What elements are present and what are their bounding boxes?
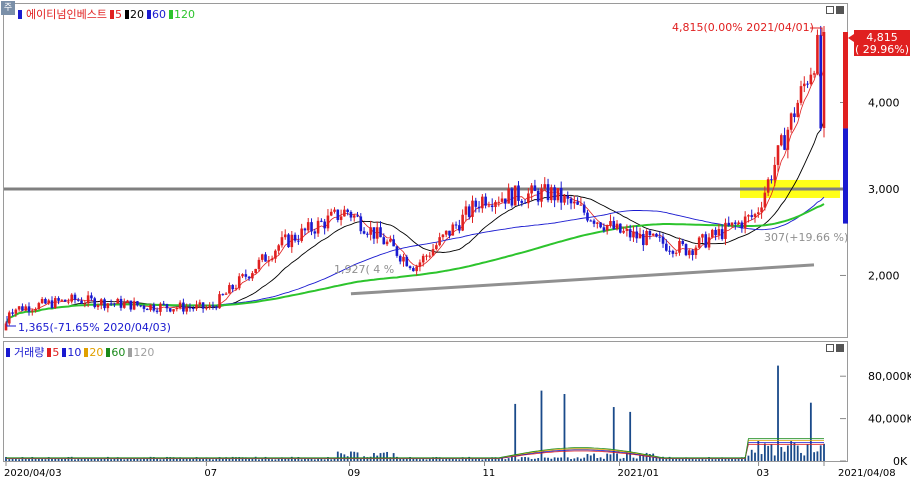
stock-name: 에이티넘인베스트	[26, 8, 107, 21]
price-axis-label: 2,000	[868, 269, 900, 282]
volume-legend-item: 5	[47, 346, 59, 359]
maximize-icon[interactable]	[836, 344, 844, 352]
volume-legend-item: 20	[84, 346, 103, 359]
x-axis-label: 07	[204, 468, 217, 479]
volume-legend-item: 60	[106, 346, 125, 359]
legend-swatch-icon	[124, 9, 129, 19]
legend-label: 60	[151, 7, 166, 21]
price-legend-item: 5	[109, 7, 122, 21]
current-price-change: ( 29.96%)	[855, 43, 909, 56]
x-axis-label: 09	[348, 468, 361, 479]
legend-label: 20	[129, 7, 144, 21]
legend-label: 10	[67, 345, 82, 359]
legend-swatch-icon	[84, 347, 89, 357]
volume-panel-window-buttons	[826, 344, 844, 352]
price-chart-panel: 주 에이티넘인베스트 5 20 60 120	[1, 1, 848, 338]
volume-axis-label: 0K	[893, 455, 908, 468]
legend-label: 20	[89, 345, 104, 359]
legend-swatch-icon	[47, 347, 52, 357]
x-axis-label: 2021/01	[618, 468, 660, 479]
legend-swatch-icon	[168, 9, 173, 19]
volume-chart-panel: 거래량 5 10 20 60 120	[3, 341, 848, 462]
price-legend-item: 120	[168, 7, 195, 21]
legend-swatch-icon	[128, 347, 133, 357]
legend-swatch-icon	[106, 347, 111, 357]
price-legend-item: 60	[146, 7, 166, 21]
x-axis-label: 03	[757, 468, 770, 479]
volume-legend-item: 120	[128, 346, 154, 359]
x-axis-label: 2020/04/03	[4, 468, 62, 479]
price-legend: 에이티넘인베스트 5 20 60 120	[18, 6, 195, 22]
legend-swatch-icon	[62, 347, 67, 357]
legend-label: 5	[114, 7, 122, 21]
legend-label: 120	[173, 7, 195, 21]
volume-axis-label: 40,000K	[868, 413, 911, 426]
volume-legend-items: 5 10 20 60 120	[47, 346, 154, 359]
price-panel-window-buttons	[826, 6, 844, 14]
price-axis-label: 4,000	[868, 96, 900, 109]
legend-label: 5	[52, 345, 60, 359]
price-axis-label: 3,000	[868, 183, 900, 196]
price-legend-item: 20	[124, 7, 144, 21]
current-price-marker-icon	[848, 34, 854, 42]
volume-legend-item: 10	[62, 346, 81, 359]
minimize-icon[interactable]	[826, 344, 834, 352]
ma-legend-items: 5 20 60 120	[109, 7, 195, 21]
legend-marker-icon	[6, 347, 10, 357]
legend-label: 120	[133, 345, 155, 359]
x-axis-label: 2021/04/08	[838, 468, 896, 479]
current-price-badge	[854, 30, 910, 56]
volume-legend: 거래량 5 10 20 60 120	[6, 344, 154, 360]
legend-swatch-icon	[109, 9, 114, 19]
chart-type-button[interactable]: 주	[1, 1, 15, 15]
current-price-value: 4,815	[866, 31, 898, 44]
minimize-icon[interactable]	[826, 6, 834, 14]
volume-axis-label: 80,000K	[868, 370, 911, 383]
volume-title: 거래량	[14, 346, 45, 359]
legend-label: 60	[111, 345, 126, 359]
x-axis-label: 11	[483, 468, 496, 479]
legend-marker-icon	[18, 9, 22, 19]
legend-swatch-icon	[146, 9, 151, 19]
maximize-icon[interactable]	[836, 6, 844, 14]
